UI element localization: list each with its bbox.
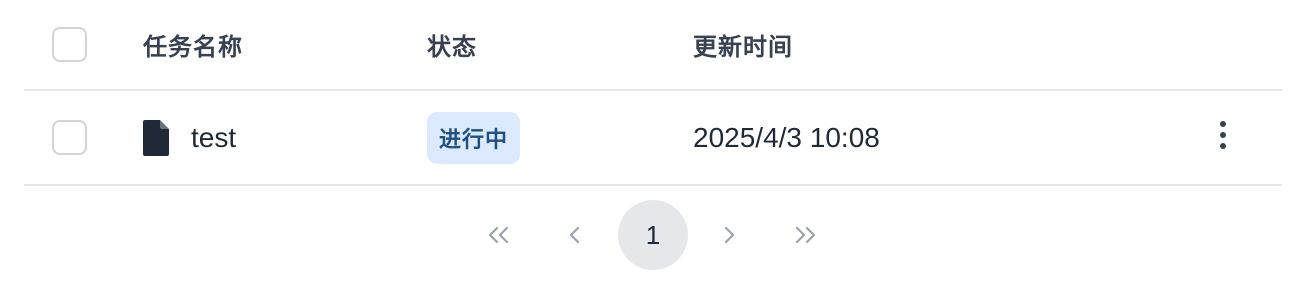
task-name-cell: test — [143, 91, 403, 184]
table-header-row: 任务名称 状态 更新时间 — [24, 0, 1282, 91]
select-all-checkbox[interactable] — [52, 27, 87, 62]
header-checkbox-cell — [52, 0, 88, 89]
column-header-status: 状态 — [427, 34, 477, 61]
status-badge: 进行中 — [427, 111, 521, 164]
last-page-button[interactable] — [770, 200, 840, 270]
row-actions-cell — [1208, 91, 1238, 184]
column-header-name: 任务名称 — [143, 34, 243, 61]
more-options-icon[interactable] — [1219, 120, 1227, 155]
double-chevron-left-icon — [486, 225, 512, 245]
file-icon — [143, 119, 169, 156]
header-updated-cell: 更新时间 — [693, 0, 1093, 89]
updated-time: 2025/4/3 10:08 — [693, 121, 880, 153]
first-page-button[interactable] — [464, 200, 534, 270]
current-page-number: 1 — [645, 219, 661, 250]
double-chevron-right-icon — [792, 225, 818, 245]
chevron-right-icon — [721, 225, 737, 245]
pagination: 1 — [0, 200, 1314, 270]
next-page-button[interactable] — [694, 200, 764, 270]
row-checkbox-cell — [52, 91, 88, 184]
updated-cell: 2025/4/3 10:08 — [693, 91, 1093, 184]
task-name[interactable]: test — [191, 122, 236, 154]
row-select-checkbox[interactable] — [52, 120, 87, 155]
chevron-left-icon — [567, 225, 583, 245]
prev-page-button[interactable] — [540, 200, 610, 270]
status-cell: 进行中 — [427, 91, 667, 184]
table-row[interactable]: test 进行中 2025/4/3 10:08 — [24, 91, 1282, 186]
page-1-button[interactable]: 1 — [618, 200, 688, 270]
column-header-updated: 更新时间 — [693, 34, 793, 61]
header-status-cell: 状态 — [427, 0, 667, 89]
task-table: 任务名称 状态 更新时间 test 进行中 2025/4/3 10:08 — [24, 0, 1282, 186]
header-name-cell: 任务名称 — [143, 0, 403, 89]
